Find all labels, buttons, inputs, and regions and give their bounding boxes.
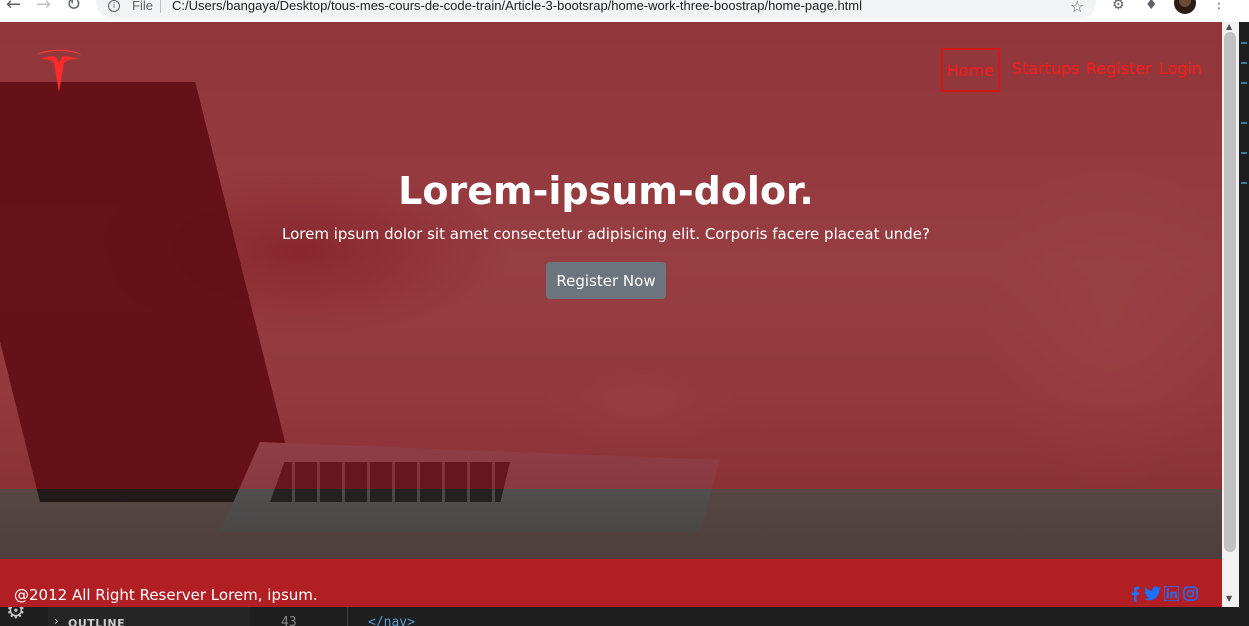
scrollbar-thumb[interactable]: [1224, 32, 1236, 552]
scroll-down-icon[interactable]: ▼: [1226, 594, 1232, 603]
omnibox-separator: [160, 0, 161, 13]
extensions-puzzle-icon[interactable]: ♦: [1145, 0, 1158, 13]
info-icon[interactable]: i: [108, 0, 120, 12]
nav-register[interactable]: Register: [1086, 48, 1152, 92]
nav-startups[interactable]: Startups: [1012, 48, 1080, 92]
browser-toolbar: ← → ↻ i File C:/Users/bangaya/Desktop/to…: [0, 0, 1249, 23]
forward-icon[interactable]: →: [36, 0, 51, 14]
code-editor-peek: ⚙ › OUTLINE 43 </nav>: [0, 607, 1249, 626]
page-scrollbar[interactable]: ▲ ▼: [1222, 22, 1239, 607]
scroll-up-icon[interactable]: ▲: [1226, 22, 1232, 31]
gear-icon[interactable]: ⚙: [6, 607, 26, 624]
indent-guide: [347, 607, 348, 626]
extension-bug-icon[interactable]: ⚙: [1112, 0, 1125, 13]
page-viewport: Home Startups Register Login Lorem-ipsum…: [0, 22, 1222, 607]
tesla-logo-icon[interactable]: [34, 46, 84, 94]
footer-copyright: @2012 All Right Reserver Lorem, ipsum.: [14, 586, 318, 604]
editor-minimap-peek: [1239, 22, 1249, 607]
address-bar[interactable]: i File C:/Users/bangaya/Desktop/tous-mes…: [96, 0, 1096, 18]
reload-icon[interactable]: ↻: [66, 0, 81, 14]
chevron-right-icon[interactable]: ›: [54, 614, 59, 626]
outline-panel[interactable]: › OUTLINE: [48, 607, 250, 626]
hero-title: Lorem-ipsum-dolor.: [398, 169, 814, 213]
instagram-icon[interactable]: [1183, 586, 1198, 602]
outline-label: OUTLINE: [68, 617, 126, 626]
profile-avatar[interactable]: [1174, 0, 1196, 14]
page-footer: @2012 All Right Reserver Lorem, ipsum.: [0, 559, 1222, 607]
code-line: </nav>: [368, 615, 415, 626]
nav-login[interactable]: Login: [1159, 48, 1202, 92]
hero-red-overlay: [0, 22, 1222, 489]
nav-home[interactable]: Home: [941, 48, 1000, 92]
linkedin-icon[interactable]: [1164, 586, 1179, 602]
url-text[interactable]: C:/Users/bangaya/Desktop/tous-mes-cours-…: [172, 0, 862, 13]
twitter-icon[interactable]: [1144, 586, 1161, 602]
facebook-icon[interactable]: [1130, 586, 1140, 602]
bookmark-star-icon[interactable]: ☆: [1070, 0, 1084, 16]
back-icon[interactable]: ←: [6, 0, 21, 14]
hero-dark-strip: [0, 489, 1222, 559]
register-now-button[interactable]: Register Now: [546, 262, 666, 299]
file-label: File: [132, 0, 153, 13]
browser-menu-icon[interactable]: ⋮: [1212, 0, 1226, 12]
hero-subtitle: Lorem ipsum dolor sit amet consectetur a…: [282, 225, 930, 243]
line-number: 43: [281, 615, 297, 626]
